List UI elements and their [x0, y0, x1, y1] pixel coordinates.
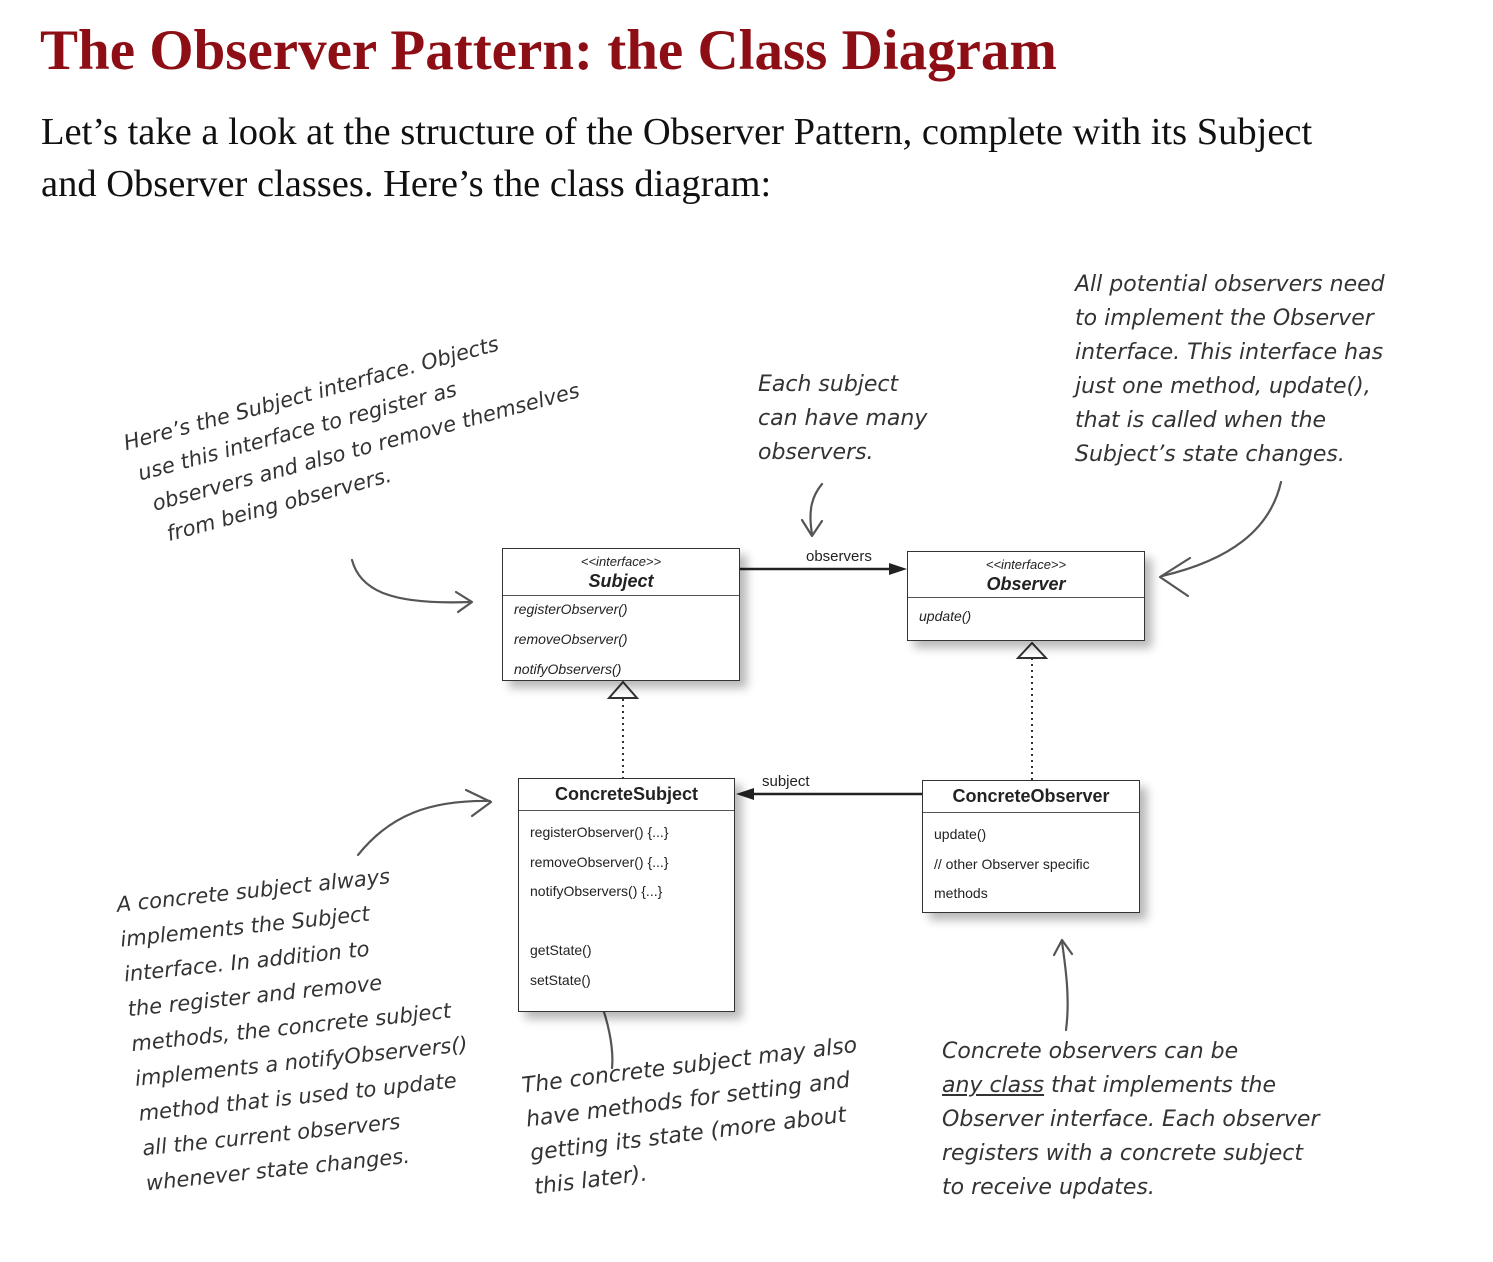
annotation-line: Each subject	[758, 372, 899, 397]
annotation-line: to implement the Observer	[1075, 306, 1374, 331]
concrete-subject-pointer	[356, 799, 492, 857]
annotation-line: Concrete observers can be	[942, 1039, 1239, 1064]
subject-edge-label: subject	[762, 773, 810, 790]
class-header: ConcreteSubject	[519, 779, 734, 811]
annotation-line: can have many	[758, 406, 928, 431]
concrete-observers-annotation: Concrete observers can be any class that…	[942, 1035, 1320, 1205]
method-remove-observer: removeObserver()	[514, 631, 628, 647]
method-notify-observers: notifyObservers()	[514, 661, 622, 677]
annotation-line: that is called when the	[1075, 408, 1327, 433]
observers-arrowhead	[889, 563, 907, 575]
each-subject-pointer	[809, 482, 824, 536]
method-update: update()	[919, 608, 972, 624]
method-remove-observer: removeObserver() {...}	[530, 853, 669, 870]
observer-interface-pointer	[1160, 480, 1283, 578]
subject-arrowhead	[736, 788, 754, 800]
annotation-line: interface. This interface has	[1075, 340, 1384, 365]
observer-realization-triangle	[1015, 641, 1049, 659]
method-set-state: setState()	[530, 971, 591, 988]
annotation-line: All potential observers need	[1075, 272, 1385, 297]
method-comment: // other Observer specific	[934, 855, 1090, 872]
annotation-line: Observer interface. Each observer	[942, 1107, 1320, 1132]
annotation-line: Subject’s state changes.	[1075, 442, 1345, 467]
annotation-line: observers.	[758, 440, 874, 465]
concrete-subject-class: ConcreteSubject registerObserver() {...}…	[518, 778, 735, 1012]
observer-interface-class: <<interface>> Observer update()	[907, 551, 1145, 641]
method-register-observer: registerObserver()	[514, 601, 628, 617]
method-list: registerObserver() {...} removeObserver(…	[519, 811, 734, 996]
observers-edge-label: observers	[806, 548, 872, 565]
each-subject-annotation: Each subject can have many observers.	[758, 368, 927, 470]
concrete-subject-pointer-head	[464, 788, 493, 818]
method-list: registerObserver() removeObserver() noti…	[503, 596, 739, 686]
class-name: Subject	[588, 571, 654, 591]
subject-interface-pointer	[350, 558, 472, 604]
method-register-observer: registerObserver() {...}	[530, 824, 669, 840]
class-header: <<interface>> Subject	[503, 549, 739, 596]
method-notify-observers: notifyObservers() {...}	[530, 883, 663, 899]
method-list: update() // other Observer specific meth…	[923, 813, 1139, 910]
method-update: update()	[934, 826, 987, 842]
method-get-state: getState()	[530, 942, 592, 958]
method-comment: methods	[934, 885, 988, 901]
annotation-line: registers with a concrete subject	[942, 1141, 1303, 1166]
class-name: Observer	[986, 574, 1066, 594]
class-header: ConcreteObserver	[923, 781, 1139, 813]
class-name: ConcreteObserver	[952, 786, 1110, 806]
annotation-line: any class that implements the	[942, 1069, 1320, 1103]
annotation-text: that implements the	[1044, 1073, 1276, 1098]
concrete-observers-pointer	[1060, 940, 1069, 1032]
method-spacer	[530, 908, 734, 938]
stereotype-label: <<interface>>	[985, 557, 1067, 572]
concrete-observer-class: ConcreteObserver update() // other Obser…	[922, 780, 1140, 913]
class-name: ConcreteSubject	[554, 784, 699, 804]
observer-interface-pointer-head	[1158, 556, 1192, 598]
method-list: update()	[908, 598, 1144, 628]
annotation-line: just one method, update(),	[1075, 374, 1371, 399]
class-header: <<interface>> Observer	[908, 552, 1144, 598]
concrete-subject-annotation: A concrete subject always implements the…	[115, 853, 480, 1201]
stereotype-label: <<interface>>	[580, 554, 662, 569]
annotation-line: to receive updates.	[942, 1175, 1155, 1200]
any-class-emphasis: any class	[942, 1073, 1045, 1098]
subject-interface-class: <<interface>> Subject registerObserver()…	[502, 548, 740, 681]
observer-interface-annotation: All potential observers need to implemen…	[1075, 268, 1385, 472]
